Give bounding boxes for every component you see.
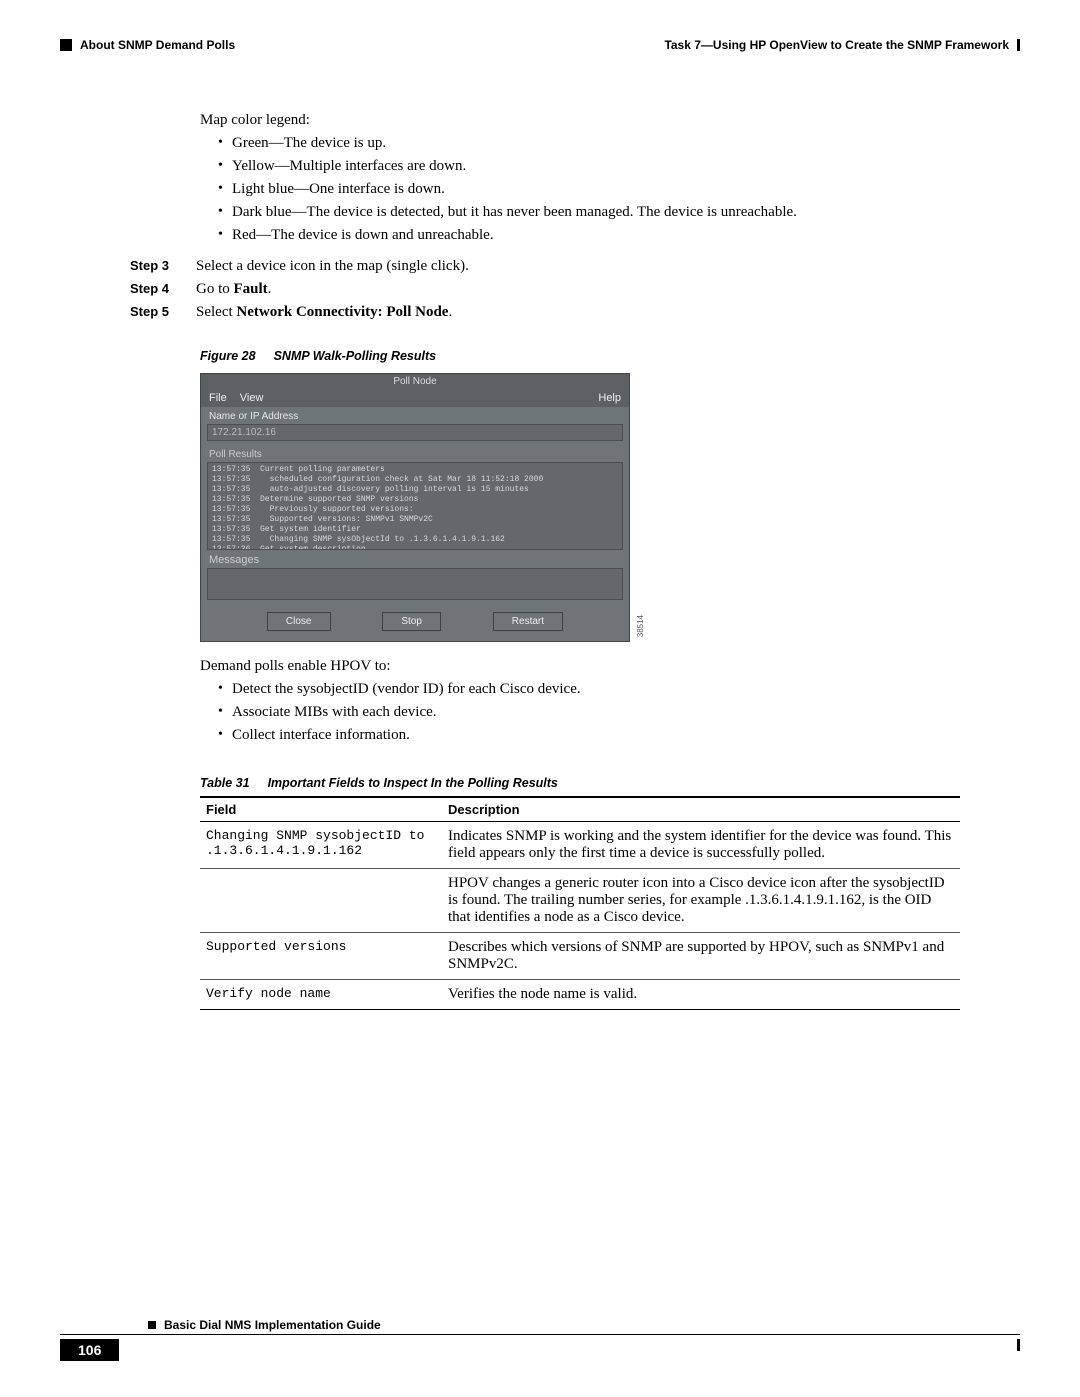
log-line: 13:57:35 scheduled configuration check a…	[212, 475, 618, 485]
footer-title: Basic Dial NMS Implementation Guide	[164, 1318, 381, 1332]
log-line: 13:57:35 Current polling parameters	[212, 465, 618, 475]
table-row: Changing SNMP sysobjectID to .1.3.6.1.4.…	[200, 822, 960, 869]
fields-table: Field Description Changing SNMP sysobjec…	[200, 796, 960, 1010]
menu-file[interactable]: File	[209, 392, 227, 404]
cell-desc: HPOV changes a generic router icon into …	[442, 869, 960, 933]
step-label: Step 5	[130, 304, 196, 321]
figure-title: SNMP Walk-Polling Results	[274, 349, 437, 363]
figure-number: Figure 28	[200, 349, 256, 363]
table-row: Verify node name Verifies the node name …	[200, 980, 960, 1010]
legend-item: Dark blue—The device is detected, but it…	[218, 204, 960, 221]
step-3: Step 3 Select a device icon in the map (…	[200, 258, 960, 275]
step-body: Select Network Connectivity: Poll Node.	[196, 304, 960, 321]
after-figure-list: Detect the sysobjectID (vendor ID) for e…	[200, 681, 960, 744]
log-line: 13:57:35 Determine supported SNMP versio…	[212, 495, 618, 505]
stop-button[interactable]: Stop	[382, 612, 441, 631]
table-row: Supported versions Describes which versi…	[200, 933, 960, 980]
table-title: Important Fields to Inspect In the Polli…	[268, 776, 558, 790]
menubar: File View Help	[201, 389, 629, 407]
step-body: Go to Fault.	[196, 281, 960, 298]
cell-desc: Verifies the node name is valid.	[442, 980, 960, 1010]
step-label: Step 4	[130, 281, 196, 298]
legend-list: Green—The device is up. Yellow—Multiple …	[200, 135, 960, 244]
list-item: Collect interface information.	[218, 727, 960, 744]
log-line: 13:57:35 auto-adjusted discovery polling…	[212, 485, 618, 495]
window-title: Poll Node	[201, 374, 629, 389]
step-4: Step 4 Go to Fault.	[200, 281, 960, 298]
legend-item: Light blue—One interface is down.	[218, 181, 960, 198]
page-number: 106	[60, 1339, 119, 1361]
header-right-text: Task 7—Using HP OpenView to Create the S…	[664, 38, 1009, 52]
menu-view[interactable]: View	[240, 392, 264, 404]
table-caption: Table 31 Important Fields to Inspect In t…	[200, 776, 960, 790]
list-item: Detect the sysobjectID (vendor ID) for e…	[218, 681, 960, 698]
legend-item: Yellow—Multiple interfaces are down.	[218, 158, 960, 175]
menu-help[interactable]: Help	[598, 392, 621, 404]
step-post: .	[268, 281, 272, 297]
intro-text: Map color legend:	[200, 112, 960, 129]
log-line: 13:57:35 Previously supported versions:	[212, 505, 618, 515]
cell-field: Verify node name	[200, 980, 442, 1010]
step-pre: Go to	[196, 281, 234, 297]
step-pre: Select	[196, 304, 236, 320]
footer: Basic Dial NMS Implementation Guide 106	[60, 1318, 1020, 1361]
close-button[interactable]: Close	[267, 612, 331, 631]
header-square-icon	[1017, 39, 1020, 51]
header-square-icon	[60, 39, 72, 51]
th-field: Field	[200, 797, 442, 822]
poll-results-log: 13:57:35 Current polling parameters 13:5…	[207, 462, 623, 550]
figure-sidecode: 38514	[636, 615, 645, 637]
screenshot-pollnode: Poll Node File View Help Name or IP Addr…	[200, 373, 630, 642]
log-line: 13:57:35 Supported versions: SNMPv1 SNMP…	[212, 515, 618, 525]
footer-right-bar-icon	[1017, 1339, 1020, 1351]
button-row: Close Stop Restart	[201, 606, 629, 641]
after-figure-text: Demand polls enable HPOV to:	[200, 658, 960, 675]
label-address: Name or IP Address	[201, 407, 629, 424]
input-address[interactable]: 172.21.102.16	[207, 424, 623, 441]
running-header: About SNMP Demand Polls Task 7—Using HP …	[60, 38, 1020, 52]
figure-caption: Figure 28 SNMP Walk-Polling Results	[200, 349, 960, 363]
legend-item: Green—The device is up.	[218, 135, 960, 152]
label-pollresults: Poll Results	[201, 447, 629, 462]
menubar-left: File View	[209, 392, 273, 404]
step-bold: Network Connectivity: Poll Node	[236, 304, 448, 320]
list-item: Associate MIBs with each device.	[218, 704, 960, 721]
content: Map color legend: Green—The device is up…	[200, 112, 960, 1010]
log-line: 13:57:35 Changing SNMP sysObjectId to .1…	[212, 535, 618, 545]
th-desc: Description	[442, 797, 960, 822]
step-5: Step 5 Select Network Connectivity: Poll…	[200, 304, 960, 321]
cell-field	[200, 869, 442, 933]
header-left: About SNMP Demand Polls	[60, 38, 235, 52]
header-right: Task 7—Using HP OpenView to Create the S…	[664, 38, 1020, 52]
cell-field: Supported versions	[200, 933, 442, 980]
header-left-text: About SNMP Demand Polls	[80, 38, 235, 52]
step-label: Step 3	[130, 258, 196, 275]
restart-button[interactable]: Restart	[493, 612, 563, 631]
cell-desc: Describes which versions of SNMP are sup…	[442, 933, 960, 980]
table-header-row: Field Description	[200, 797, 960, 822]
cell-desc: Indicates SNMP is working and the system…	[442, 822, 960, 869]
step-body: Select a device icon in the map (single …	[196, 258, 960, 275]
log-line: 13:57:35 Get system identifier	[212, 525, 618, 535]
cell-field: Changing SNMP sysobjectID to .1.3.6.1.4.…	[200, 822, 442, 869]
table-number: Table 31	[200, 776, 250, 790]
table-row: HPOV changes a generic router icon into …	[200, 869, 960, 933]
page: About SNMP Demand Polls Task 7—Using HP …	[0, 0, 1080, 1397]
step-bold: Fault	[234, 281, 268, 297]
label-messages: Messages	[201, 550, 629, 568]
messages-box	[207, 568, 623, 600]
step-post: .	[448, 304, 452, 320]
footer-title-row: Basic Dial NMS Implementation Guide	[148, 1318, 1020, 1332]
footer-square-icon	[148, 1321, 156, 1329]
legend-item: Red—The device is down and unreachable.	[218, 227, 960, 244]
